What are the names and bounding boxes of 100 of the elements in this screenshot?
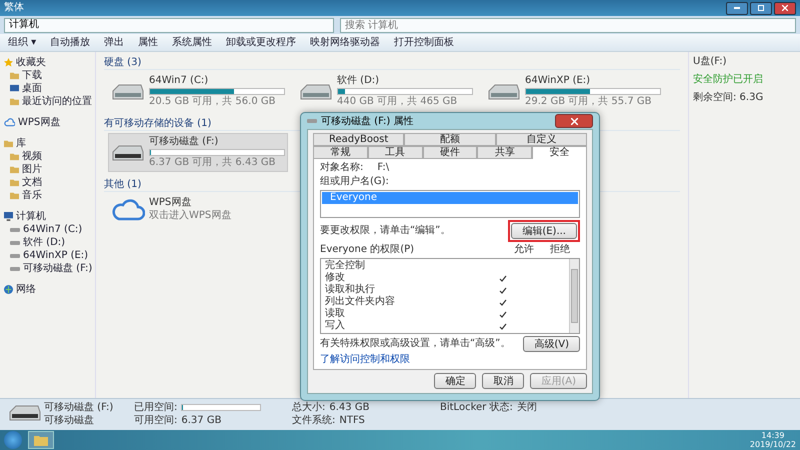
dialog-tab[interactable]: 常规 [313, 146, 368, 159]
status-value: 6.37 GB [181, 414, 222, 426]
clock-date: 2019/10/22 [750, 440, 796, 449]
sidebar-label: 可移动磁盘 (F:) [23, 262, 92, 274]
sidebar-item[interactable]: 计算机 [4, 210, 95, 223]
toolbar-button[interactable]: 自动播放 [50, 36, 90, 48]
sidebar-label: 视频 [22, 150, 42, 162]
status-drive-type: 可移动磁盘 [44, 414, 95, 426]
close-button[interactable] [774, 2, 796, 14]
drive-tile[interactable]: 64Win7 (C:) 20.5 GB 可用，共 56.0 GB [108, 72, 288, 111]
toolbar-button[interactable]: 属性 [138, 36, 158, 48]
sidebar-label: 网络 [16, 284, 36, 296]
dialog-tab[interactable]: 配额 [404, 133, 496, 146]
sidebar-item[interactable]: 视频 [4, 150, 95, 163]
folder-icon [34, 434, 48, 446]
drive-info: 双击进入WPS网盘 [149, 210, 232, 222]
sidebar-label: 64WinXP (E:) [23, 250, 88, 262]
drive-icon [307, 118, 317, 124]
drive-info: 440 GB 可用，共 465 GB [337, 96, 458, 108]
object-label: 对象名称: [320, 162, 364, 174]
permission-name: 读取和执行 [325, 284, 376, 296]
drive-tile[interactable]: 软件 (D:) 440 GB 可用，共 465 GB [296, 72, 476, 111]
toolbar-button[interactable]: 弹出 [104, 36, 124, 48]
dialog-title: 可移动磁盘 (F:) 属性 [321, 114, 414, 128]
column-header: 允许 [514, 244, 535, 256]
sidebar-item[interactable]: 可移动磁盘 (F:) [4, 262, 95, 275]
free-space: 剩余空间: 6.3G [693, 92, 764, 104]
drive-icon [487, 82, 521, 100]
sidebar-item[interactable]: 软件 (D:) [4, 236, 95, 249]
sidebar-item[interactable]: 收藏夹 [4, 56, 95, 69]
advanced-button[interactable]: 高级(V) [523, 336, 580, 352]
monitor-icon [10, 84, 19, 93]
permission-name: 修改 [325, 272, 346, 284]
sidebar-label: 下载 [22, 70, 42, 82]
address-field[interactable]: 计算机 [4, 18, 334, 32]
object-value: F:\ [377, 162, 390, 174]
sidebar-label: 最近访问的位置 [22, 96, 92, 108]
toolbar-button[interactable]: 系统属性 [172, 36, 212, 48]
drive-info: 6.37 GB 可用，共 6.43 GB [149, 157, 276, 169]
computer-icon [4, 212, 13, 221]
sidebar-item[interactable]: 桌面 [4, 82, 95, 95]
drive-info: 20.5 GB 可用，共 56.0 GB [149, 96, 276, 108]
search-field[interactable]: 搜索 计算机 [340, 18, 796, 32]
permission-name: 列出文件夹内容 [325, 296, 396, 308]
sidebar-label: 文档 [22, 176, 42, 188]
maximize-icon [758, 5, 764, 11]
status-drive-name: 可移动磁盘 (F:) [44, 402, 114, 414]
start-button[interactable] [4, 431, 22, 449]
dialog-tab[interactable]: 共享 [477, 146, 532, 159]
maximize-button[interactable] [750, 2, 772, 14]
scrollbar[interactable] [569, 259, 579, 333]
folder-icon [10, 71, 19, 80]
sidebar-item[interactable]: 网络 [4, 283, 95, 296]
toolbar-button[interactable]: 卸载或更改程序 [226, 36, 296, 48]
group-title[interactable]: 硬盘 (3) [104, 56, 680, 70]
drive-name: 64Win7 (C:) [149, 75, 210, 87]
sidebar-label: 音乐 [22, 190, 42, 202]
sidebar-label: 库 [16, 138, 26, 150]
sidebar-item[interactable]: 文档 [4, 176, 95, 189]
dialog-tab[interactable]: 工具 [368, 146, 423, 159]
drive-tile[interactable]: 可移动磁盘 (F:) 6.37 GB 可用，共 6.43 GB [108, 133, 288, 172]
advanced-hint: 有关特殊权限或高级设置，请单击“高级”。 [320, 338, 512, 350]
close-button[interactable] [555, 114, 593, 128]
status-label: 总大小: [292, 402, 326, 414]
sidebar-item[interactable]: 库 [4, 137, 95, 150]
sidebar-label: 计算机 [16, 210, 46, 222]
sidebar-item[interactable]: 音乐 [4, 189, 95, 202]
sidebar-item[interactable]: 最近访问的位置 [4, 95, 95, 108]
toolbar-button[interactable]: 组织 ▾ [8, 36, 36, 48]
minimize-button[interactable] [726, 2, 748, 14]
edit-hint: 要更改权限，请单击“编辑”。 [320, 225, 452, 237]
dialog-tab[interactable]: 硬件 [422, 146, 478, 159]
sidebar-label: 收藏夹 [16, 56, 46, 68]
status-value: NTFS [339, 414, 365, 426]
help-link[interactable]: 了解访问控制和权限 [320, 354, 410, 366]
edit-button[interactable]: 编辑(E)... [511, 223, 577, 239]
dialog-button[interactable]: 取消 [482, 373, 524, 389]
sidebar-item[interactable]: 图片 [4, 163, 95, 176]
drive-icon [8, 404, 42, 422]
dialog-tab[interactable]: ReadyBoost [313, 133, 404, 146]
toolbar-button[interactable]: 映射网络驱动器 [310, 36, 380, 48]
status-label: 文件系统: [292, 414, 336, 426]
drive-tile[interactable]: 64WinXP (E:) 29.2 GB 可用，共 55.7 GB [484, 72, 664, 111]
cloud-icon [111, 198, 145, 220]
sidebar-item[interactable]: 下载 [4, 69, 95, 82]
toolbar-button[interactable]: 打开控制面板 [394, 36, 454, 48]
drive-icon [111, 82, 145, 100]
drive-name: 软件 (D:) [337, 75, 380, 87]
sidebar-item[interactable]: 64WinXP (E:) [4, 249, 95, 262]
sidebar-item[interactable]: WPS网盘 [4, 116, 95, 129]
minimize-icon [734, 7, 740, 9]
dialog-tab[interactable]: 安全 [532, 146, 587, 159]
sidebar-item[interactable]: 64Win7 (C:) [4, 223, 95, 236]
permissions-title: Everyone 的权限(P) [320, 244, 416, 256]
dialog-tab[interactable]: 自定义 [496, 133, 587, 146]
drive-name: 64WinXP (E:) [525, 75, 592, 87]
column-header: 拒绝 [550, 244, 571, 256]
drive-tile[interactable]: WPS网盘 双击进入WPS网盘 [108, 194, 288, 225]
dialog-button[interactable]: 确定 [434, 373, 476, 389]
status-label: BitLocker 状态: [440, 402, 513, 414]
